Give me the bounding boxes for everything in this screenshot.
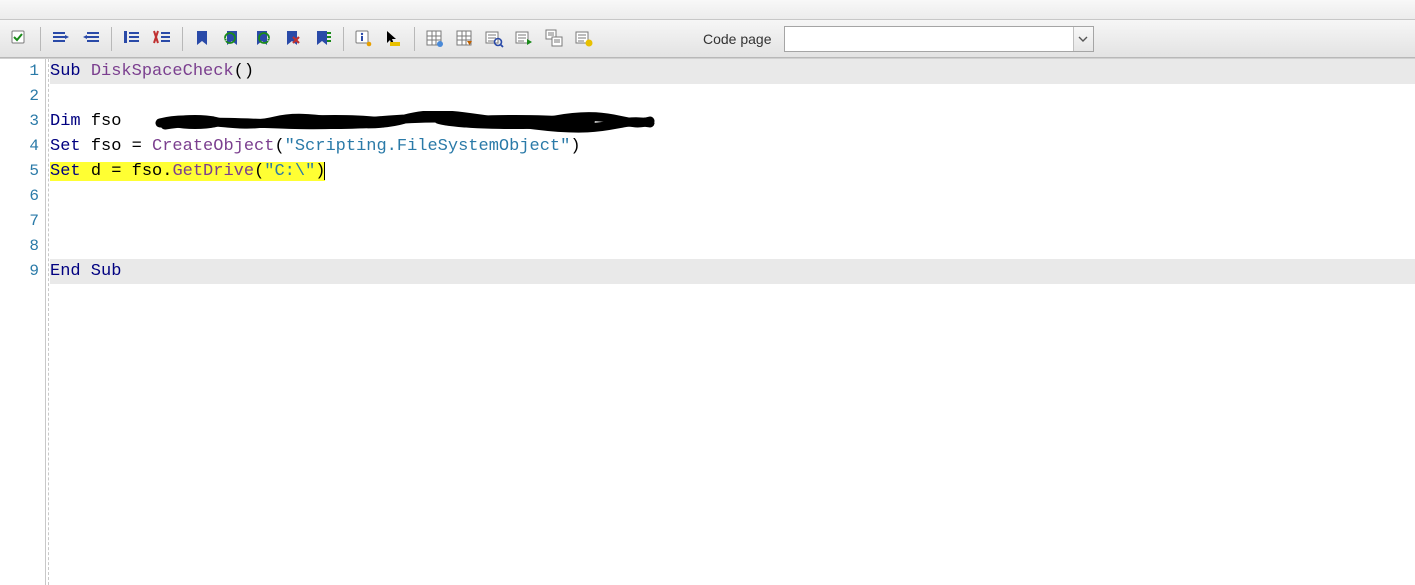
toolbar: Code page: [0, 20, 1415, 58]
cursor-button[interactable]: [380, 25, 408, 53]
prev-bookmark-icon: [223, 29, 243, 49]
text-caret: [324, 162, 325, 180]
line-number: 6: [0, 184, 45, 209]
code-line[interactable]: [50, 234, 1415, 259]
goto-bookmark-icon: [313, 29, 333, 49]
code-line[interactable]: Sub DiskSpaceCheck(): [50, 59, 1415, 84]
toolbar-separator: [182, 27, 183, 51]
grid1-button[interactable]: [421, 25, 449, 53]
code-page-label: Code page: [703, 31, 772, 47]
findnext-button[interactable]: [511, 25, 539, 53]
line-number: 8: [0, 234, 45, 259]
code-line[interactable]: [50, 209, 1415, 234]
code-editor[interactable]: 123456789 Sub DiskSpaceCheck()Dim fsoSet…: [0, 58, 1415, 585]
toolbar-separator: [414, 27, 415, 51]
clear-bookmarks-icon: [283, 29, 303, 49]
line-number: 7: [0, 209, 45, 234]
code-line[interactable]: Set d = fso.GetDrive("C:\"): [50, 159, 1415, 184]
line-number: 9: [0, 259, 45, 284]
find-button[interactable]: [481, 25, 509, 53]
next-bookmark-button[interactable]: [249, 25, 277, 53]
outdent-icon: [81, 29, 101, 49]
goto-bookmark-button[interactable]: [309, 25, 337, 53]
bookmark-icon: [193, 29, 213, 49]
toolbar-separator: [40, 27, 41, 51]
validate-icon: [10, 29, 30, 49]
comment-button[interactable]: [118, 25, 146, 53]
highlight-button[interactable]: [571, 25, 599, 53]
findnext-icon: [515, 29, 535, 49]
indent-icon: [51, 29, 71, 49]
info-icon: [354, 29, 374, 49]
toolbar-separator: [343, 27, 344, 51]
grid2-button[interactable]: [451, 25, 479, 53]
line-number: 5: [0, 159, 45, 184]
find-icon: [485, 29, 505, 49]
grid1-icon: [425, 29, 445, 49]
line-number: 3: [0, 109, 45, 134]
next-bookmark-icon: [253, 29, 273, 49]
chevron-down-icon: [1073, 27, 1093, 51]
line-number-gutter: 123456789: [0, 59, 45, 585]
highlight-icon: [575, 29, 595, 49]
line-number: 4: [0, 134, 45, 159]
toolbar-separator: [111, 27, 112, 51]
grid2-icon: [455, 29, 475, 49]
replace-button[interactable]: [541, 25, 569, 53]
info-button[interactable]: [350, 25, 378, 53]
code-line[interactable]: Dim fso: [50, 109, 1415, 134]
clear-bookmarks-button[interactable]: [279, 25, 307, 53]
uncomment-icon: [152, 29, 172, 49]
code-line[interactable]: [50, 84, 1415, 109]
outdent-button[interactable]: [77, 25, 105, 53]
prev-bookmark-button[interactable]: [219, 25, 247, 53]
window-top-strip: [0, 0, 1415, 20]
uncomment-button[interactable]: [148, 25, 176, 53]
line-number: 2: [0, 84, 45, 109]
comment-icon: [122, 29, 142, 49]
code-page-dropdown[interactable]: [784, 26, 1094, 52]
code-line[interactable]: [50, 184, 1415, 209]
code-line[interactable]: Set fso = CreateObject("Scripting.FileSy…: [50, 134, 1415, 159]
indent-button[interactable]: [47, 25, 75, 53]
code-line[interactable]: End Sub: [50, 259, 1415, 284]
replace-icon: [545, 29, 565, 49]
code-area[interactable]: Sub DiskSpaceCheck() Dim fsoSet fso = Cre…: [46, 59, 1415, 585]
cursor-icon: [384, 29, 404, 49]
redaction-scribble: [155, 111, 655, 133]
line-number: 1: [0, 59, 45, 84]
validate-button[interactable]: [6, 25, 34, 53]
bookmark-button[interactable]: [189, 25, 217, 53]
